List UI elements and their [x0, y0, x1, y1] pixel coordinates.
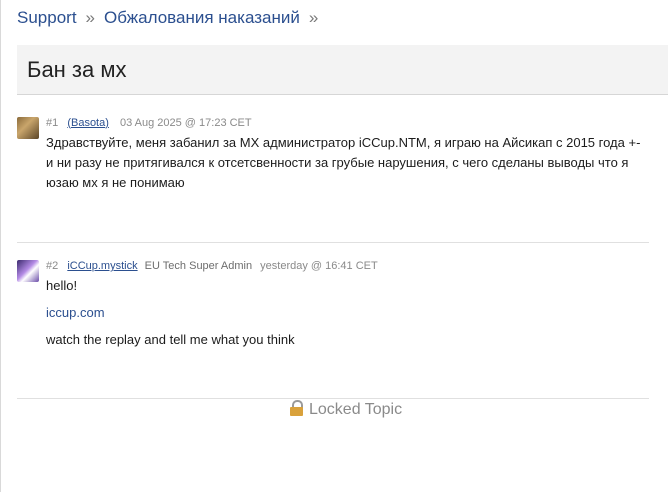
post-link-iccup[interactable]: iccup.com — [46, 305, 105, 320]
forum-topic-page: Support » Обжалования наказаний » Бан за мх… — [0, 0, 668, 492]
user-role-badge: EU Tech Super Admin — [144, 260, 253, 272]
locked-topic-status: Locked Topic — [290, 400, 402, 419]
post-text: Здравствуйте, меня забанил за MX админис… — [46, 135, 641, 190]
topic-title: Бан за мх — [27, 57, 127, 82]
breadcrumb-support-link[interactable]: Support — [17, 8, 77, 27]
post-divider — [17, 398, 649, 399]
post-meta: #1 Basota 03 Aug 2025 @ 17:23 CET — [46, 117, 252, 129]
post-divider — [17, 242, 649, 243]
post-meta: #2 iCCup.mystick EU Tech Super Admin yes… — [46, 260, 378, 272]
post-body: hello! iccup.com watch the replay and te… — [46, 276, 646, 357]
breadcrumb-separator: » — [308, 8, 319, 27]
post-date: 03 Aug 2025 @ 17:23 CET — [119, 117, 252, 129]
breadcrumb-separator: » — [85, 8, 96, 27]
post-author-link[interactable]: Basota — [67, 117, 109, 129]
lock-icon — [290, 400, 303, 416]
post-2: #2 iCCup.mystick EU Tech Super Admin yes… — [17, 260, 649, 370]
post-number[interactable]: #2 — [46, 260, 58, 272]
user-avatar-basota[interactable] — [17, 117, 39, 139]
topic-title-bar: Бан за мх — [17, 45, 668, 95]
post-date: yesterday @ 16:41 CET — [260, 260, 378, 272]
post-number[interactable]: #1 — [46, 117, 58, 129]
breadcrumb: Support » Обжалования наказаний » — [17, 8, 327, 28]
breadcrumb-appeals-link[interactable]: Обжалования наказаний — [104, 8, 300, 27]
user-avatar-mystick[interactable] — [17, 260, 39, 282]
post-1: #1 Basota 03 Aug 2025 @ 17:23 CET Здравс… — [17, 117, 649, 227]
post-text: watch the replay and tell me what you th… — [46, 332, 295, 347]
post-author-link[interactable]: iCCup.mystick — [67, 260, 137, 272]
post-text: hello! — [46, 278, 78, 293]
locked-topic-label: Locked Topic — [309, 401, 403, 418]
post-body: Здравствуйте, меня забанил за MX админис… — [46, 133, 646, 200]
